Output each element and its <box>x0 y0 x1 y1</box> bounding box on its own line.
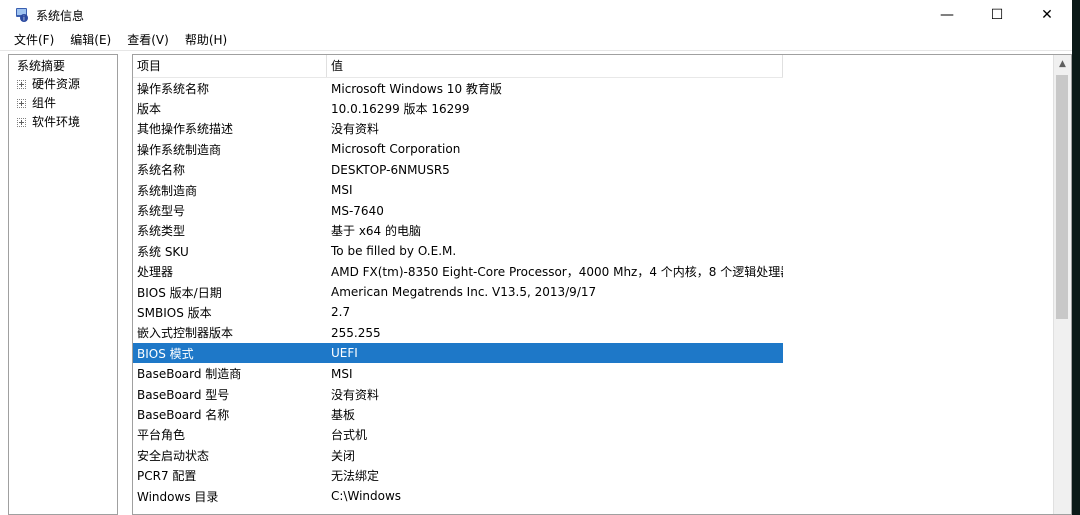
row-item-cell: BaseBoard 制造商 <box>137 367 242 382</box>
close-button[interactable]: ✕ <box>1022 0 1072 30</box>
table-row[interactable]: 系统类型 基于 x64 的电脑 <box>133 221 783 241</box>
table-row[interactable]: 其他操作系统描述 没有资料 <box>133 119 783 139</box>
row-value-cell: American Megatrends Inc. V13.5, 2013/9/1… <box>331 285 597 300</box>
category-tree: 系统摘要 硬件资源 组件 软件环境 <box>8 54 118 515</box>
tree-item-label: 软件环境 <box>32 115 81 129</box>
row-value-cell: AMD FX(tm)-8350 Eight-Core Processor，400… <box>331 265 783 280</box>
row-value-cell: C:\Windows <box>331 489 402 503</box>
table-row[interactable]: BaseBoard 制造商 MSI <box>133 363 783 383</box>
table-row[interactable]: 系统 SKU To be filled by O.E.M. <box>133 241 783 261</box>
row-item-cell: 系统制造商 <box>137 183 198 198</box>
row-item-cell: BIOS 模式 <box>137 346 194 361</box>
menu-file[interactable]: 文件(F) <box>6 30 62 50</box>
menu-view[interactable]: 查看(V) <box>119 30 177 50</box>
row-item-cell: BIOS 版本/日期 <box>137 285 222 300</box>
row-value-cell: 台式机 <box>331 428 368 443</box>
row-item-cell: 系统类型 <box>137 224 186 239</box>
row-value-cell: 没有资料 <box>331 387 380 402</box>
row-value-cell: MS-7640 <box>331 203 384 218</box>
title-bar[interactable]: i 系统信息 — ☐ ✕ <box>0 0 1072 30</box>
window-controls: — ☐ ✕ <box>922 0 1072 30</box>
row-item-cell: PCR7 配置 <box>137 469 197 484</box>
row-item-cell: 系统 SKU <box>137 244 189 259</box>
row-value-cell: DESKTOP-6NMUSR5 <box>331 162 450 177</box>
window-title: 系统信息 <box>36 8 85 23</box>
row-value-cell: 2.7 <box>331 305 351 320</box>
table-row[interactable]: 操作系统制造商 Microsoft Corporation <box>133 139 783 159</box>
table-row[interactable]: BIOS 版本/日期 American Megatrends Inc. V13.5… <box>133 282 783 302</box>
menu-edit[interactable]: 编辑(E) <box>62 30 119 50</box>
minimize-button[interactable]: — <box>922 0 972 30</box>
table-row[interactable]: 系统制造商 MSI <box>133 180 783 200</box>
table-row[interactable]: 操作系统名称 Microsoft Windows 10 教育版 <box>133 78 783 98</box>
scroll-up-icon[interactable]: ▲ <box>1054 55 1071 72</box>
system-info-app-icon: i <box>14 7 30 23</box>
table-row[interactable]: 系统型号 MS-7640 <box>133 200 783 220</box>
row-item-cell: 其他操作系统描述 <box>137 122 234 137</box>
table-row[interactable]: BIOS 模式 UEFI <box>133 343 783 364</box>
main-content: 系统摘要 硬件资源 组件 软件环境 项目 值 操作系统名称 Microsoft W… <box>8 54 1072 515</box>
row-value-cell: Microsoft Corporation <box>331 142 461 157</box>
row-item-cell: BaseBoard 型号 <box>137 387 230 402</box>
row-item-cell: 嵌入式控制器版本 <box>137 326 234 341</box>
table-row[interactable]: 安全启动状态 关闭 <box>133 445 783 465</box>
column-header-item[interactable]: 项目 <box>133 55 327 77</box>
row-item-cell: 操作系统名称 <box>137 81 210 96</box>
row-item-cell: Windows 目录 <box>137 489 219 504</box>
system-info-window: i 系统信息 — ☐ ✕ 文件(F) 编辑(E) 查看(V) 帮助(H) 系统摘… <box>0 0 1072 515</box>
expand-icon[interactable] <box>17 99 26 108</box>
tree-item-hardware-resources[interactable]: 硬件资源 <box>9 75 117 94</box>
scrollbar-thumb[interactable] <box>1056 75 1068 319</box>
menu-help[interactable]: 帮助(H) <box>177 30 235 50</box>
row-item-cell: 版本 <box>137 102 162 117</box>
expand-icon[interactable] <box>17 118 26 127</box>
row-value-cell: To be filled by O.E.M. <box>331 244 457 259</box>
table-row[interactable]: 平台角色 台式机 <box>133 425 783 445</box>
row-value-cell: 关闭 <box>331 448 356 463</box>
table-row[interactable]: Windows 目录 C:\Windows <box>133 486 783 506</box>
maximize-button[interactable]: ☐ <box>972 0 1022 30</box>
row-item-cell: 系统名称 <box>137 163 186 178</box>
details-list-body: 项目 值 操作系统名称 Microsoft Windows 10 教育版版本 10.… <box>133 55 783 506</box>
row-value-cell: MSI <box>331 183 353 198</box>
row-value-cell: 基板 <box>331 407 356 422</box>
table-row[interactable]: 版本 10.0.16299 版本 16299 <box>133 98 783 118</box>
tree-item-components[interactable]: 组件 <box>9 94 117 113</box>
row-item-cell: 安全启动状态 <box>137 448 210 463</box>
table-row[interactable]: 系统名称 DESKTOP-6NMUSR5 <box>133 160 783 180</box>
row-item-cell: 操作系统制造商 <box>137 142 222 157</box>
row-item-cell: 处理器 <box>137 265 174 280</box>
row-item-cell: SMBIOS 版本 <box>137 305 212 320</box>
row-value-cell: 基于 x64 的电脑 <box>331 224 422 239</box>
row-value-cell: MSI <box>331 366 353 381</box>
tree-item-label: 硬件资源 <box>32 77 81 91</box>
vertical-scrollbar[interactable]: ▲ <box>1053 55 1071 514</box>
tree-item-software-environment[interactable]: 软件环境 <box>9 113 117 132</box>
row-value-cell: Microsoft Windows 10 教育版 <box>331 81 502 96</box>
table-row[interactable]: BaseBoard 型号 没有资料 <box>133 384 783 404</box>
list-header: 项目 值 <box>133 55 783 78</box>
row-value-cell: 10.0.16299 版本 16299 <box>331 102 470 117</box>
details-list: 项目 值 操作系统名称 Microsoft Windows 10 教育版版本 10.… <box>132 54 1072 515</box>
row-item-cell: 系统型号 <box>137 204 186 219</box>
table-row[interactable]: 嵌入式控制器版本 255.255 <box>133 323 783 343</box>
row-value-cell: 255.255 <box>331 325 381 340</box>
row-item-cell: BaseBoard 名称 <box>137 407 230 422</box>
row-value-cell: 没有资料 <box>331 122 380 137</box>
table-row[interactable]: 处理器 AMD FX(tm)-8350 Eight-Core Processor，… <box>133 262 783 282</box>
table-row[interactable]: PCR7 配置 无法绑定 <box>133 465 783 485</box>
menu-bar: 文件(F) 编辑(E) 查看(V) 帮助(H) <box>0 30 1072 51</box>
row-value-cell: 无法绑定 <box>331 469 380 484</box>
table-row[interactable]: BaseBoard 名称 基板 <box>133 404 783 424</box>
row-item-cell: 平台角色 <box>137 428 186 443</box>
row-value-cell: UEFI <box>331 346 358 361</box>
table-row[interactable]: SMBIOS 版本 2.7 <box>133 302 783 322</box>
tree-item-system-summary[interactable]: 系统摘要 <box>9 57 117 75</box>
column-header-value[interactable]: 值 <box>327 55 783 77</box>
expand-icon[interactable] <box>17 80 26 89</box>
tree-item-label: 组件 <box>32 96 57 110</box>
